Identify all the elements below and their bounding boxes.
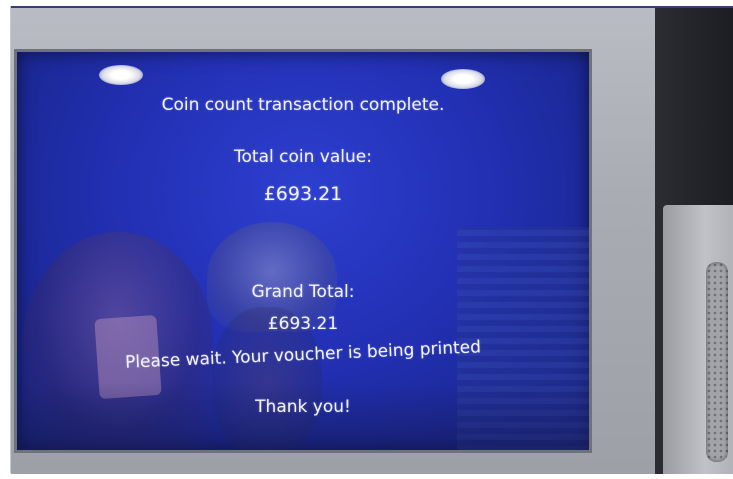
- grand-total-value: £693.21: [267, 314, 339, 334]
- transaction-status: Coin count transaction complete.: [161, 95, 445, 115]
- kiosk-photo: Coin count transaction complete. Total c…: [0, 0, 733, 479]
- light-glare-left: [99, 65, 143, 85]
- total-coin-value: £693.21: [263, 183, 343, 205]
- light-glare-right: [441, 69, 485, 89]
- photo-left-edge: [10, 6, 11, 473]
- speaker-grille: [706, 262, 728, 462]
- total-coin-label: Total coin value:: [234, 147, 372, 167]
- grand-total-label: Grand Total:: [251, 282, 355, 302]
- kiosk-screen: Coin count transaction complete. Total c…: [14, 49, 592, 453]
- thank-you-message: Thank you!: [255, 397, 351, 417]
- lower-shadow: [17, 382, 589, 450]
